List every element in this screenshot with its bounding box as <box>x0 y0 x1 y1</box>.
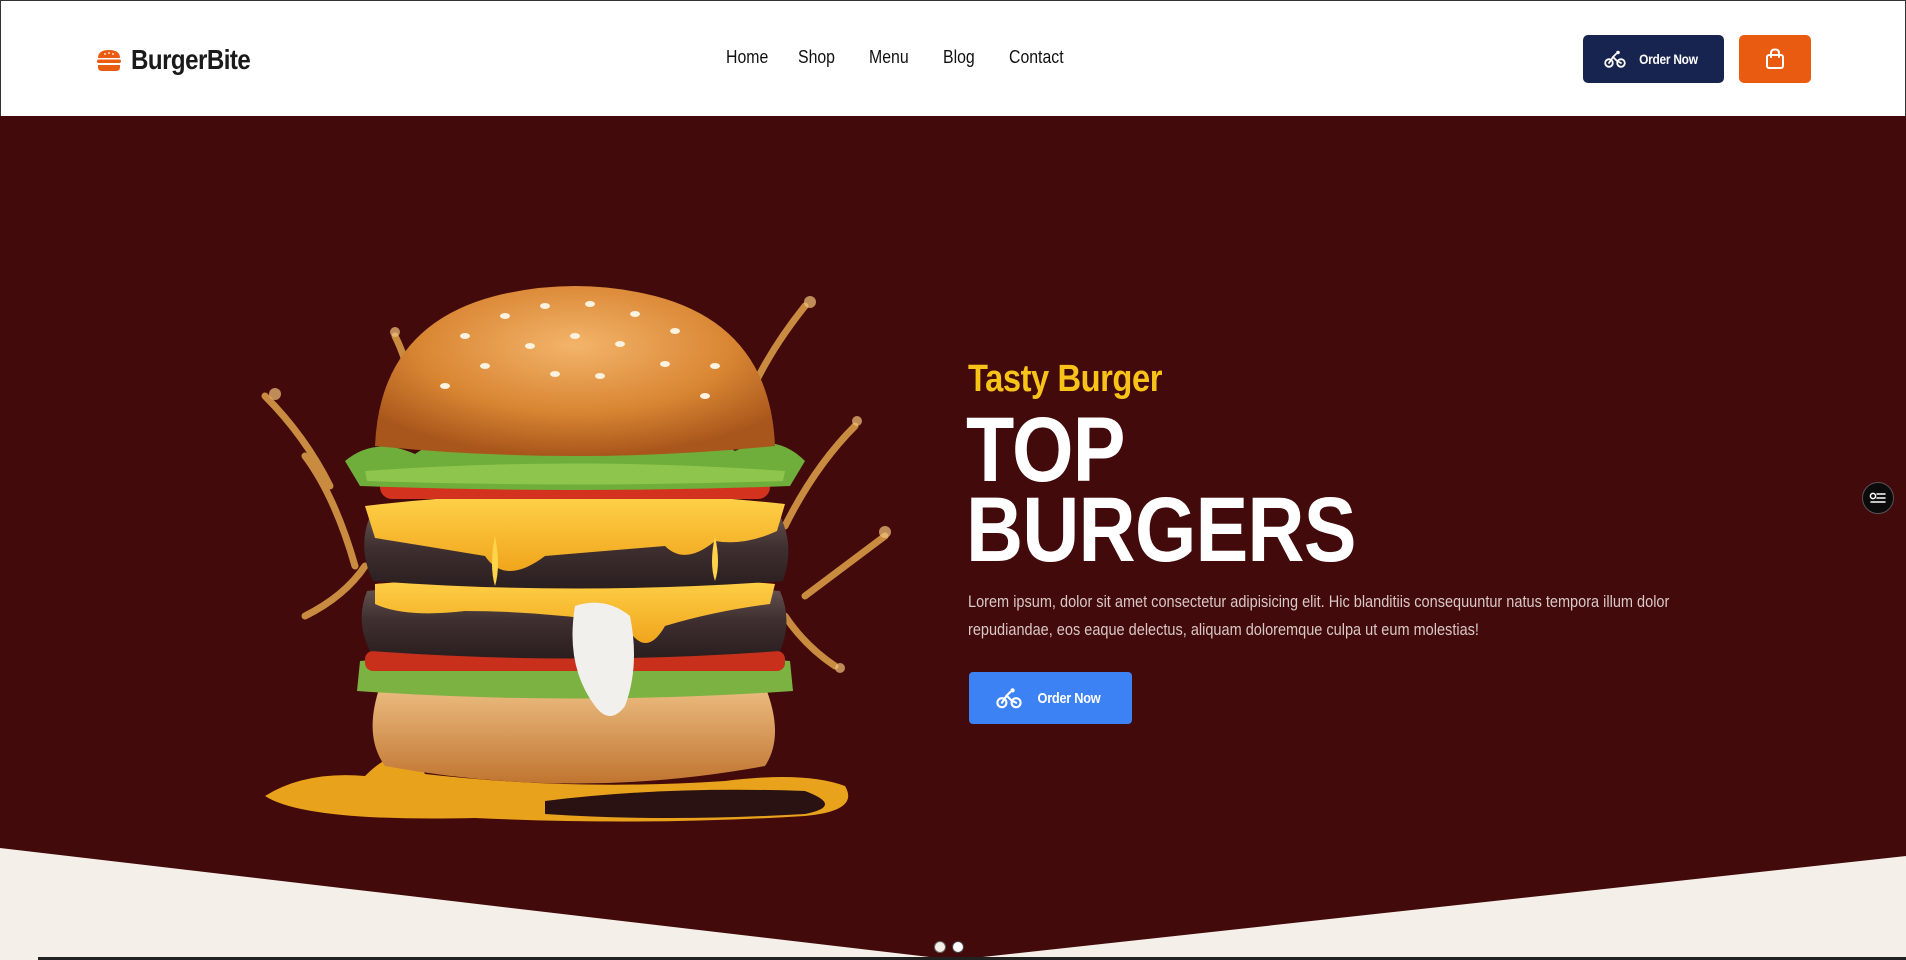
hero-order-now-label: Order Now <box>1037 689 1100 707</box>
hero-headline-line2: BURGERS <box>966 479 1356 581</box>
site-header: BurgerBite Home Shop Menu Blog Contact O… <box>0 0 1906 116</box>
brand-logo[interactable]: BurgerBite <box>96 43 270 77</box>
shopping-bag-icon <box>1766 48 1784 69</box>
header-order-now-label: Order Now <box>1639 51 1698 67</box>
brand-name: BurgerBite <box>131 44 251 75</box>
nav-item-menu[interactable]: Menu <box>869 47 909 68</box>
burger-icon <box>97 50 121 71</box>
nav-item-home[interactable]: Home <box>726 47 768 68</box>
hero-headline: TOP BURGERS <box>966 399 1356 581</box>
hero-headline-line1: TOP <box>966 399 1126 501</box>
bicycle-icon <box>995 688 1022 709</box>
cart-button[interactable] <box>1739 35 1811 83</box>
nav-item-blog[interactable]: Blog <box>943 47 975 68</box>
hero-section: Tasty Burger TOP BURGERS Lorem ipsum, do… <box>0 116 1906 960</box>
nav-item-contact[interactable]: Contact <box>1009 47 1064 68</box>
side-settings-widget[interactable] <box>1862 482 1894 514</box>
slider-dots <box>934 941 964 953</box>
burger-splash-image <box>261 286 891 822</box>
hero-subtitle: Tasty Burger <box>968 358 1163 400</box>
nav-item-shop[interactable]: Shop <box>798 47 835 68</box>
hero-order-now-button[interactable]: Order Now <box>969 672 1132 724</box>
main-nav: Home Shop Menu Blog Contact <box>726 47 1079 68</box>
toggle-settings-icon <box>1869 492 1886 503</box>
hero-description-text: Lorem ipsum, dolor sit amet consectetur … <box>968 593 1670 639</box>
hero-description: Lorem ipsum, dolor sit amet consectetur … <box>968 588 1669 644</box>
bicycle-icon <box>1604 50 1626 68</box>
slider-dot-1[interactable] <box>934 941 946 953</box>
slider-dot-2[interactable] <box>952 941 964 953</box>
header-order-now-button[interactable]: Order Now <box>1583 35 1724 83</box>
